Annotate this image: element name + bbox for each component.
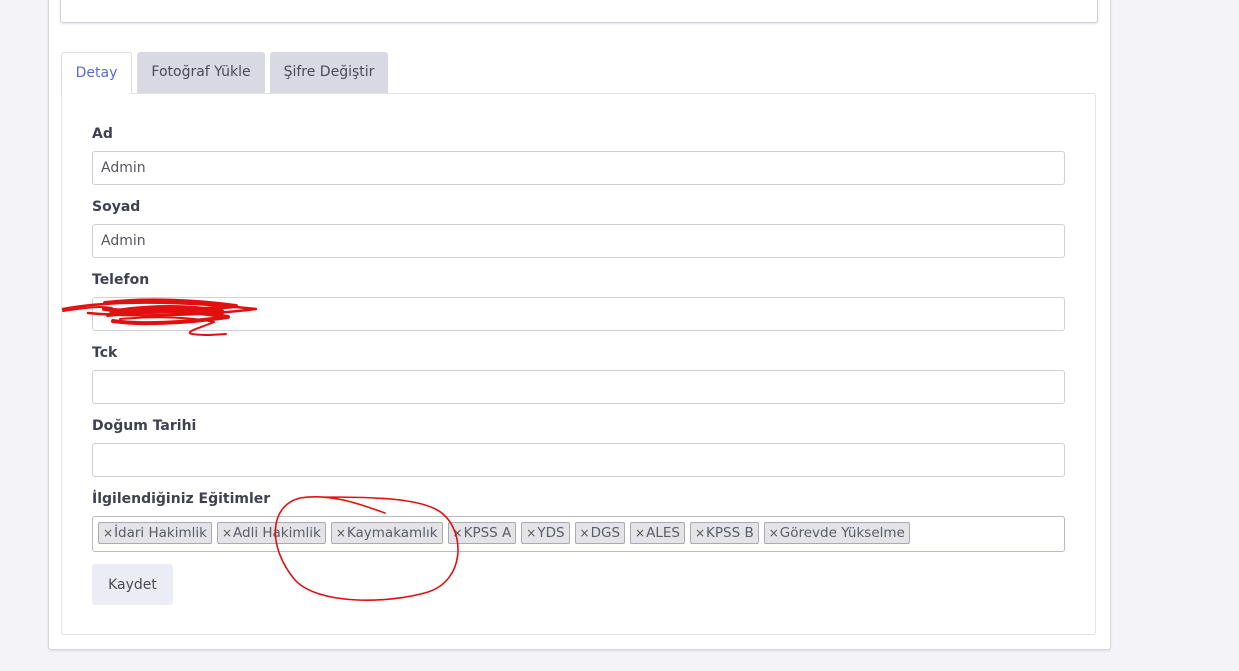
first-name-label: Ad [92,126,113,142]
tab-change-password[interactable]: Şifre Değiştir [270,52,388,93]
tab-detay[interactable]: Detay [61,52,132,94]
birth-date-input[interactable] [92,443,1065,477]
first-name-input[interactable] [92,151,1065,185]
phone-input[interactable] [92,297,1065,331]
phone-label: Telefon [92,272,150,288]
save-button[interactable]: Kaydet [92,564,173,605]
training-tag: × Görevde Yükselme [763,522,910,544]
training-tag: × DGS [574,522,626,544]
training-tag: × İdari Hakimlik [98,522,212,544]
tck-input[interactable] [92,370,1065,404]
training-tag: × YDS [521,522,570,544]
training-tag: × Kaymakamlık [330,522,443,544]
tag-remove-icon[interactable]: × [336,526,346,540]
last-name-input[interactable] [92,224,1065,258]
tag-remove-icon[interactable]: × [769,526,779,540]
training-tag: × Adli Hakimlik [216,522,326,544]
tab-photo-upload[interactable]: Fotoğraf Yükle [137,52,265,93]
training-tag: × KPSS A [447,522,517,544]
tag-remove-icon[interactable]: × [580,526,590,540]
tag-remove-icon[interactable]: × [526,526,536,540]
training-tag: × ALES [630,522,685,544]
training-tag: × KPSS B [689,522,759,544]
tag-remove-icon[interactable]: × [103,526,113,540]
tag-remove-icon[interactable]: × [222,526,232,540]
last-name-label: Soyad [92,199,141,215]
tag-remove-icon[interactable]: × [635,526,645,540]
birth-date-label: Doğum Tarihi [92,418,197,434]
trainings-multiselect[interactable]: × İdari Hakimlik × Adli Hakimlik × Kaymakam… [92,516,1065,552]
tck-label: Tck [92,345,118,361]
trainings-label: İlgilendiğiniz Eğitimler [92,491,271,507]
tag-remove-icon[interactable]: × [695,526,705,540]
tag-remove-icon[interactable]: × [453,526,463,540]
top-panel [60,0,1098,23]
